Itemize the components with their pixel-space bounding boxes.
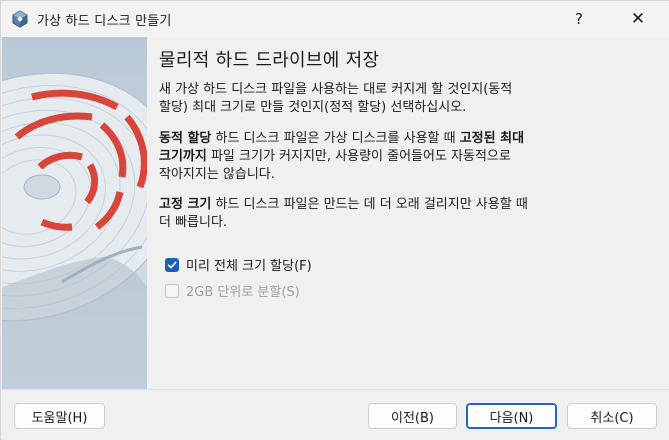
help-icon[interactable]: ?	[556, 1, 602, 37]
page-title: 물리적 하드 드라이브에 저장	[159, 50, 380, 71]
dynamic-allocation-text: 동적 할당 하드 디스크 파일은 가상 디스크를 사용할 때 고정된 최대 크기…	[159, 130, 629, 184]
help-button[interactable]: 도움말(H)	[14, 403, 105, 429]
preallocate-checkbox[interactable]: 미리 전체 크기 할당(F)	[165, 255, 312, 274]
title-bar: 가상 하드 디스크 만들기 ? ✕	[1, 1, 669, 37]
cancel-button[interactable]: 취소(C)	[567, 403, 657, 429]
button-bar: 도움말(H) 이전(B) 다음(N) 취소(C)	[2, 389, 669, 440]
dynamic-emph-1: 고정된 최대	[459, 131, 525, 146]
content-area: 물리적 하드 드라이브에 저장 새 가상 하드 디스크 파일을 사용하는 대로 …	[147, 37, 669, 389]
fixed-desc-2: 더 빠릅니다.	[159, 215, 228, 230]
fixed-desc-1: 하드 디스크 파일은 만드는 데 더 오래 걸리지만 사용할 때	[211, 197, 528, 212]
close-icon[interactable]: ✕	[615, 1, 661, 37]
window-title: 가상 하드 디스크 만들기	[37, 14, 172, 29]
split-2gb-label: 2GB 단위로 분할(S)	[186, 285, 300, 300]
virtualbox-icon	[12, 10, 28, 28]
dynamic-emph-2: 크기까지	[159, 149, 207, 164]
intro-line-1: 새 가상 하드 디스크 파일을 사용하는 대로 커지게 할 것인지(동적	[159, 82, 513, 97]
checkmark-icon	[167, 261, 177, 268]
dynamic-desc-1: 하드 디스크 파일은 가상 디스크를 사용할 때	[211, 131, 460, 146]
preallocate-label[interactable]: 미리 전체 크기 할당(F)	[186, 255, 312, 274]
intro-text: 새 가상 하드 디스크 파일을 사용하는 대로 커지게 할 것인지(동적 할당)…	[159, 81, 629, 117]
dynamic-desc-2: 파일 크기가 커지지만, 사용량이 줄어들어도 자동적으로	[206, 149, 511, 164]
split-2gb-checkbox: 2GB 단위로 분할(S)	[165, 281, 300, 300]
dynamic-desc-3: 작아지지는 않습니다.	[159, 167, 275, 182]
fixed-size-text: 고정 크기 하드 디스크 파일은 만드는 데 더 오래 걸리지만 사용할 때 더…	[159, 196, 629, 232]
next-button[interactable]: 다음(N)	[466, 403, 557, 429]
back-button[interactable]: 이전(B)	[368, 403, 457, 429]
intro-line-2: 할당) 최대 크기로 만들 것인지(정적 할당) 선택하십시오.	[159, 100, 467, 115]
checkbox-unchecked-disabled	[165, 283, 179, 298]
dialog-window: 가상 하드 디스크 만들기 ? ✕ 물리적 하드 드라이브에 저장 새 가상 하…	[0, 0, 669, 440]
fixed-term: 고정 크기	[159, 197, 212, 212]
dynamic-term: 동적 할당	[159, 131, 212, 146]
hard-disk-watermark	[2, 37, 147, 389]
disk-illustration	[2, 37, 147, 389]
checkbox-checked[interactable]	[165, 257, 179, 272]
